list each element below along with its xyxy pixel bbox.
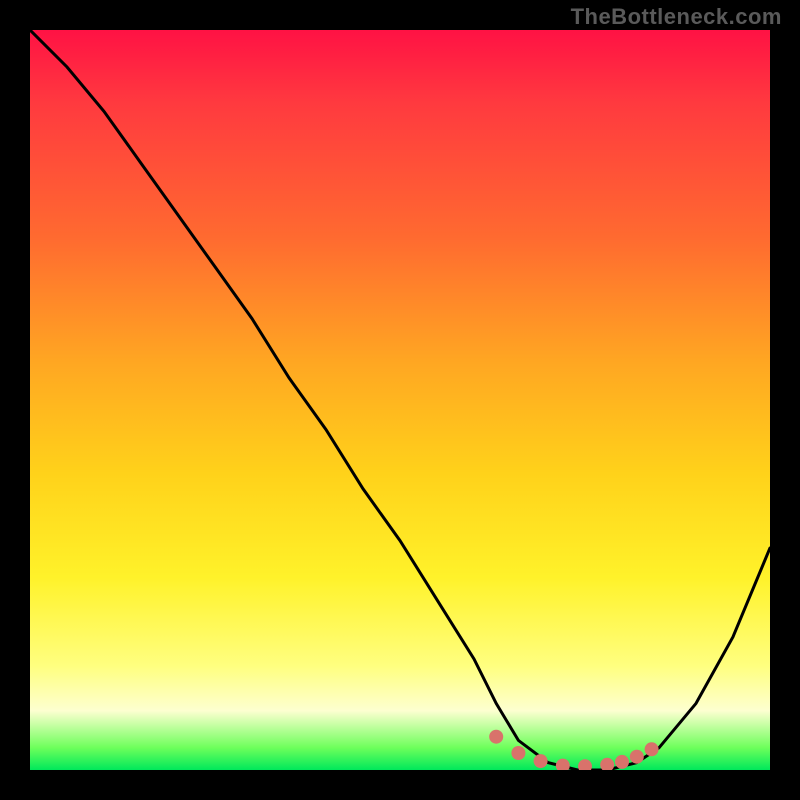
curve-layer — [30, 30, 770, 770]
highlight-dot — [578, 759, 592, 770]
highlight-dot — [600, 758, 614, 770]
highlight-dot — [645, 742, 659, 756]
highlight-dot — [534, 754, 548, 768]
plot-area — [30, 30, 770, 770]
bottleneck-curve — [30, 30, 770, 770]
chart-container: TheBottleneck.com — [0, 0, 800, 800]
highlight-dot — [556, 759, 570, 770]
highlight-dot — [511, 746, 525, 760]
highlight-dot — [630, 750, 644, 764]
watermark-text: TheBottleneck.com — [571, 4, 782, 30]
highlight-dot — [615, 755, 629, 769]
highlight-dot — [489, 730, 503, 744]
